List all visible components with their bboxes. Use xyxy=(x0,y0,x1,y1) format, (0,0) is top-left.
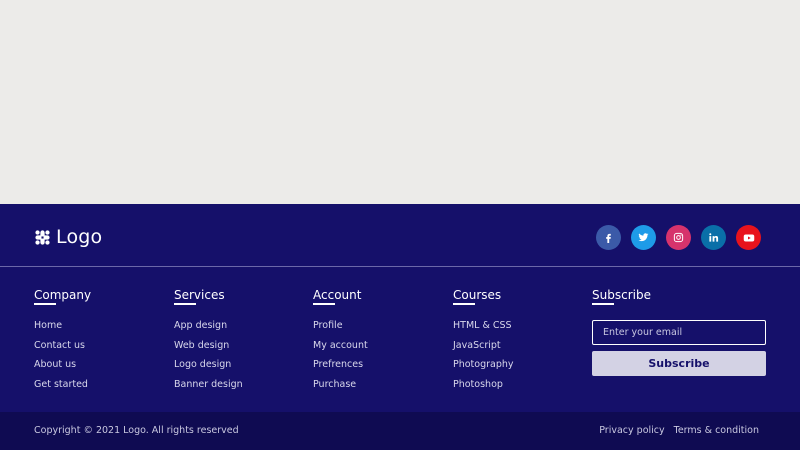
courses-column: Courses HTML & CSS JavaScript Photograph… xyxy=(453,288,514,394)
account-link-profile[interactable]: Profile xyxy=(313,316,368,336)
privacy-policy-link[interactable]: Privacy policy xyxy=(599,425,664,436)
account-heading: Account xyxy=(313,288,368,305)
slack-hash-icon xyxy=(35,229,50,245)
company-link-contact-us[interactable]: Contact us xyxy=(34,336,91,356)
subscribe-button[interactable]: Subscribe xyxy=(592,351,766,376)
instagram-button[interactable] xyxy=(666,225,691,250)
courses-link-photoshop[interactable]: Photoshop xyxy=(453,375,514,395)
facebook-button[interactable] xyxy=(596,225,621,250)
page-content-area xyxy=(0,0,800,204)
company-heading: Company xyxy=(34,288,92,305)
courses-link-javascript[interactable]: JavaScript xyxy=(453,336,514,356)
courses-heading: Courses xyxy=(453,288,514,305)
courses-link-html-css[interactable]: HTML & CSS xyxy=(453,316,514,336)
services-link-banner-design[interactable]: Banner design xyxy=(174,375,243,395)
instagram-icon xyxy=(673,232,684,243)
terms-condition-link[interactable]: Terms & condition xyxy=(674,425,759,436)
footer-top-bar: Logo xyxy=(0,204,800,267)
company-link-about-us[interactable]: About us xyxy=(34,355,91,375)
services-link-app-design[interactable]: App design xyxy=(174,316,243,336)
logo-text: Logo xyxy=(56,226,103,248)
services-column: Services App design Web design Logo desi… xyxy=(174,288,243,394)
services-link-web-design[interactable]: Web design xyxy=(174,336,243,356)
legal-links: Privacy policy Terms & condition xyxy=(599,425,759,436)
services-heading: Services xyxy=(174,288,243,305)
services-link-logo-design[interactable]: Logo design xyxy=(174,355,243,375)
account-link-purchase[interactable]: Purchase xyxy=(313,375,368,395)
company-column: Company Home Contact us About us Get sta… xyxy=(34,288,91,394)
company-link-get-started[interactable]: Get started xyxy=(34,375,91,395)
services-links: App design Web design Logo design Banner… xyxy=(174,316,243,394)
footer-divider xyxy=(0,266,800,267)
twitter-icon xyxy=(638,233,649,242)
subscribe-heading: Subscribe xyxy=(592,288,766,305)
account-links: Profile My account Prefrences Purchase xyxy=(313,316,368,394)
linkedin-icon xyxy=(709,233,719,242)
account-column: Account Profile My account Prefrences Pu… xyxy=(313,288,368,394)
linkedin-button[interactable] xyxy=(701,225,726,250)
account-link-my-account[interactable]: My account xyxy=(313,336,368,356)
courses-links: HTML & CSS JavaScript Photography Photos… xyxy=(453,316,514,394)
youtube-icon xyxy=(743,234,754,241)
company-link-home[interactable]: Home xyxy=(34,316,91,336)
courses-link-photography[interactable]: Photography xyxy=(453,355,514,375)
subscribe-column: Subscribe Subscribe xyxy=(592,288,766,376)
facebook-icon xyxy=(606,233,611,243)
youtube-button[interactable] xyxy=(736,225,761,250)
footer-bottom-bar: Copyright © 2021 Logo. All rights reserv… xyxy=(0,412,800,450)
site-footer: Logo Company Home Contact us About us Ge… xyxy=(0,204,800,450)
account-link-prefrences[interactable]: Prefrences xyxy=(313,355,368,375)
logo[interactable]: Logo xyxy=(34,224,102,250)
twitter-button[interactable] xyxy=(631,225,656,250)
social-links xyxy=(596,225,761,250)
company-links: Home Contact us About us Get started xyxy=(34,316,91,394)
email-input[interactable] xyxy=(592,320,766,345)
copyright-text: Copyright © 2021 Logo. All rights reserv… xyxy=(34,425,239,436)
